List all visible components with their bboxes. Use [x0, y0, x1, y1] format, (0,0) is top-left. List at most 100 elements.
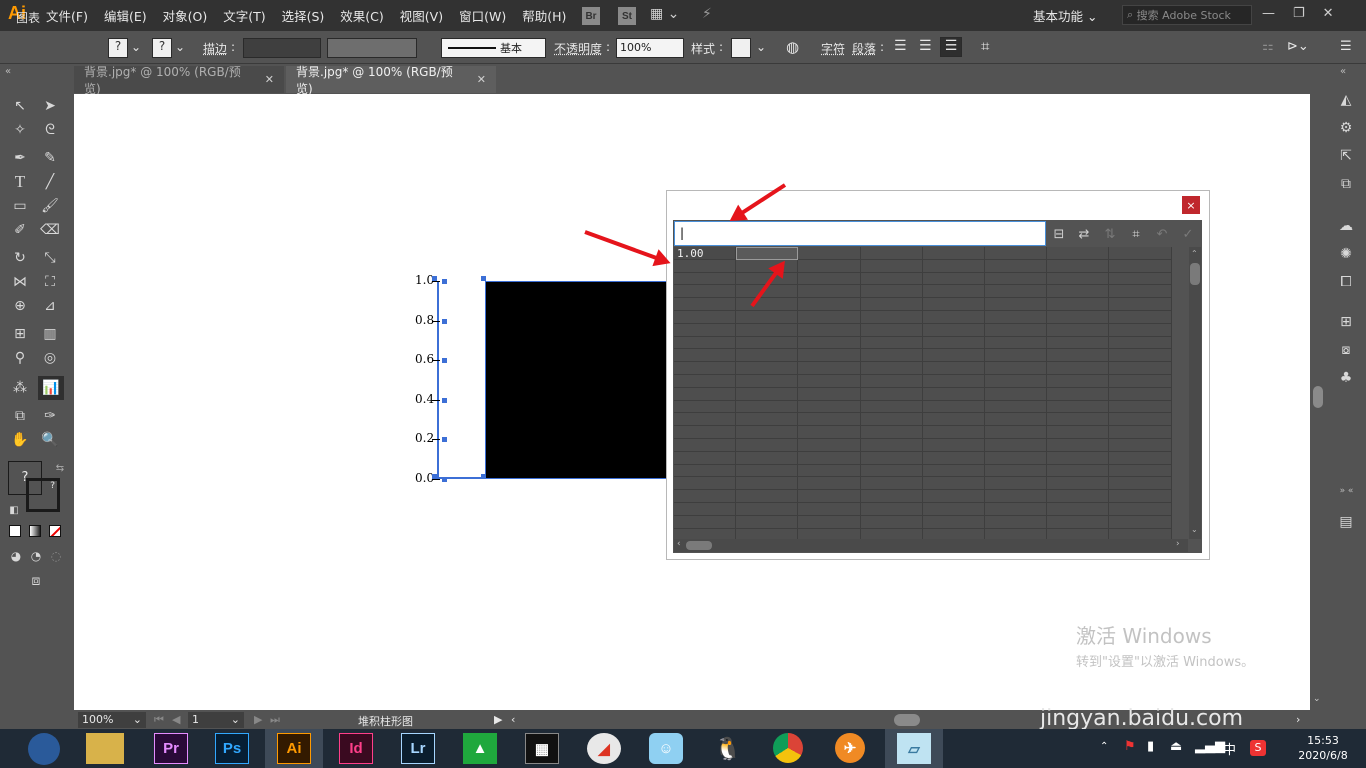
data-grid[interactable]: 1.00 [674, 247, 1188, 542]
grid-cell[interactable] [985, 259, 1048, 273]
default-colors-icon[interactable]: ◧ [4, 500, 24, 520]
appearance-icon[interactable]: ⚙ [1336, 118, 1356, 138]
grid-cell[interactable] [985, 439, 1048, 452]
grid-cell[interactable] [1109, 387, 1172, 401]
pen-tool-icon[interactable]: ✒ [10, 148, 30, 168]
grid-cell[interactable] [1047, 349, 1110, 363]
grid-cell[interactable] [674, 515, 737, 529]
grid-cell[interactable] [674, 490, 737, 503]
selection-handle[interactable] [481, 474, 486, 479]
grid-cell[interactable] [674, 298, 737, 311]
grid-cell[interactable] [798, 336, 861, 350]
graphic-style-swatch[interactable] [731, 38, 751, 58]
blend-tool-icon[interactable]: ◎ [40, 348, 60, 368]
grid-cell[interactable] [860, 503, 923, 516]
grid-cell[interactable] [674, 477, 737, 491]
grid-cell[interactable] [674, 451, 737, 465]
grid-cell[interactable] [1047, 413, 1110, 427]
isolate-icon[interactable]: ⚏ [1262, 39, 1274, 54]
grid-cell[interactable] [922, 464, 985, 478]
grid-cell[interactable] [985, 426, 1048, 439]
grid-cell[interactable] [985, 285, 1048, 299]
grid-cell[interactable] [922, 490, 985, 503]
grid-cell[interactable] [922, 259, 985, 273]
lasso-tool-icon[interactable]: ᘓ [40, 120, 60, 140]
grid-cell[interactable]: 1.00 [674, 247, 737, 260]
grid-cell[interactable] [1109, 451, 1172, 465]
column-graph-tool-icon[interactable]: 📊 [38, 376, 64, 400]
grid-cell[interactable] [922, 451, 985, 465]
workspace-switcher[interactable]: 基本功能 ⌄ [1033, 6, 1097, 25]
grid-cell[interactable] [798, 311, 861, 324]
media-app-icon[interactable]: ◢ [587, 733, 621, 764]
grid-cell[interactable] [985, 272, 1048, 286]
close-window-button[interactable]: ✕ [1323, 6, 1334, 21]
zoom-tool-icon[interactable]: 🔍 [40, 430, 60, 450]
horizontal-scroll-thumb[interactable] [894, 714, 920, 726]
grid-cell[interactable] [1047, 375, 1110, 388]
grid-cell[interactable] [1047, 272, 1110, 286]
grid-cell[interactable] [985, 349, 1048, 363]
grid-cell[interactable] [1109, 285, 1172, 299]
zoom-select[interactable]: 100% ⌄ [78, 712, 146, 728]
grid-cell[interactable] [985, 451, 1048, 465]
grid-cell[interactable] [1109, 349, 1172, 363]
grid-cell[interactable] [798, 451, 861, 465]
grid-cell[interactable] [860, 247, 923, 260]
grid-cell[interactable] [674, 413, 737, 427]
grid-cell[interactable] [1109, 259, 1172, 273]
selection-tool-icon[interactable]: ↖ [10, 96, 30, 116]
chevron-down-icon[interactable]: ⌄ [175, 40, 185, 54]
grid-cell[interactable] [674, 362, 737, 375]
menu-edit[interactable]: 编辑(E) [104, 6, 147, 25]
grid-cell[interactable] [860, 439, 923, 452]
menu-effect[interactable]: 效果(C) [340, 6, 383, 25]
selection-handle[interactable] [432, 474, 437, 479]
menu-file[interactable]: 文件(F) [46, 6, 88, 25]
grid-cell[interactable] [922, 503, 985, 516]
slice-tool-icon[interactable]: ✑ [40, 406, 60, 426]
grid-cell[interactable] [736, 515, 799, 529]
grid-cell[interactable] [1047, 464, 1110, 478]
grid-cell[interactable] [736, 298, 799, 311]
paintbrush-tool-icon[interactable]: 🖌 [40, 196, 60, 216]
grid-cell[interactable] [922, 272, 985, 286]
grid-cell[interactable] [736, 349, 799, 363]
grid-cell[interactable] [860, 490, 923, 503]
type-tool-icon[interactable]: T [10, 172, 30, 192]
grid-cell[interactable] [985, 247, 1048, 260]
grid-cell[interactable] [860, 259, 923, 273]
grid-cell[interactable] [1109, 413, 1172, 427]
grid-cell[interactable] [1047, 400, 1110, 414]
cell-style-icon[interactable]: ⌗ [1126, 224, 1146, 244]
grid-cell[interactable] [922, 298, 985, 311]
width-tool-icon[interactable]: ⋈ [10, 272, 30, 292]
chevron-down-icon[interactable]: ⌄ [756, 40, 766, 54]
grid-cell[interactable] [860, 323, 923, 337]
variable-width-profile[interactable] [327, 38, 417, 58]
grid-cell[interactable] [736, 311, 799, 324]
align-left-icon[interactable]: ☰ [894, 38, 907, 54]
layers-icon[interactable]: ⧉ [1336, 174, 1356, 194]
grid-cell[interactable] [860, 311, 923, 324]
grid-cell[interactable] [1047, 503, 1110, 516]
grid-cell[interactable] [798, 503, 861, 516]
grid-cell[interactable] [1047, 323, 1110, 337]
grid-cell[interactable] [985, 503, 1048, 516]
grid-cell[interactable] [736, 387, 799, 401]
grid-cell[interactable] [922, 515, 985, 529]
rotate-tool-icon[interactable]: ↻ [10, 248, 30, 268]
browser-icon[interactable] [28, 733, 60, 765]
prev-artboard-icon[interactable]: ◀ [172, 713, 180, 726]
grid-cell[interactable] [736, 490, 799, 503]
scroll-left-icon[interactable]: ‹ [511, 713, 515, 726]
mesh-tool-icon[interactable]: ⊞ [10, 324, 30, 344]
grid-cell[interactable] [1047, 490, 1110, 503]
chat-app-icon[interactable]: ☺ [649, 733, 683, 764]
grid-cell[interactable] [736, 451, 799, 465]
grid-cell[interactable] [860, 515, 923, 529]
grid-cell[interactable] [860, 362, 923, 375]
paragraph-panel-link[interactable]: 段落 [852, 40, 876, 57]
grid-cell[interactable] [674, 464, 737, 478]
grid-cell[interactable] [736, 503, 799, 516]
